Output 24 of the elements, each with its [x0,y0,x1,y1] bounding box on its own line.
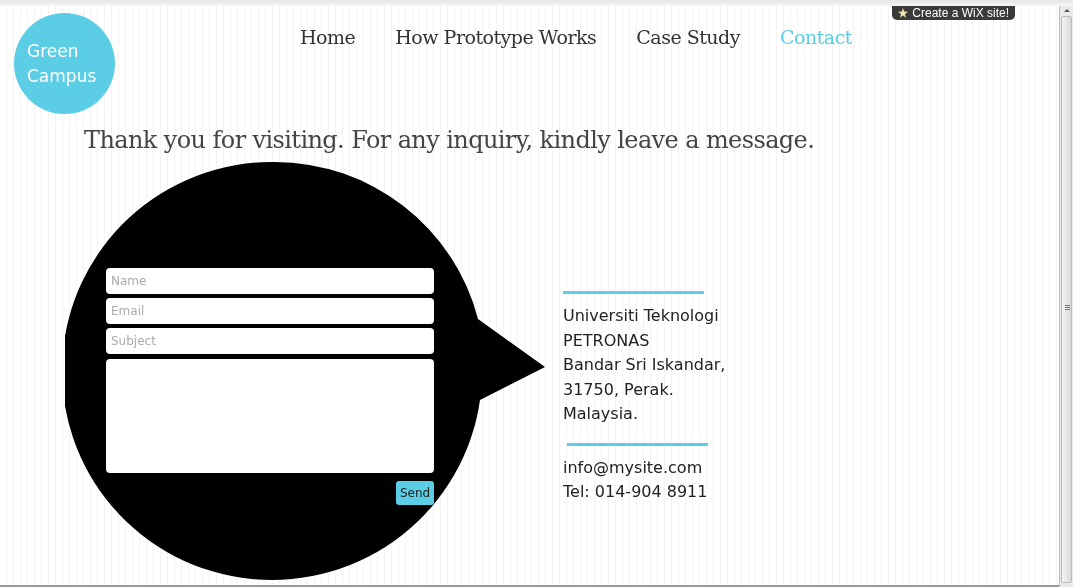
logo-text: Campus [27,64,98,88]
heading: Thank you for visiting. For any inquiry, kindly leave a message. [83,126,816,156]
scroll-up-icon[interactable] [1063,9,1070,12]
text-field[interactable]: Subject [106,328,434,354]
text-field[interactable]: Email [106,298,434,324]
scrollbar-thumb[interactable] [1061,16,1072,583]
address-line: Malaysia. [563,403,639,425]
badge-text: Create a WiX site! [912,6,1009,20]
message-field[interactable] [106,359,434,473]
contact-line: info@mysite.com [563,456,704,479]
scrollbar[interactable] [1059,6,1073,587]
logo-text: Green [27,39,80,63]
contact-line: Tel: 014-904 8911 [563,481,709,503]
address-line: Bandar Sri Iskandar, [563,354,726,376]
nav-link[interactable]: Case Study [636,26,740,48]
star-icon [898,8,909,18]
nav-link[interactable]: How Prototype Works [395,26,597,48]
address-line: PETRONAS [563,329,651,352]
send-button[interactable]: Send [396,481,434,505]
address-line: Universiti Teknologi [563,305,720,327]
address-line: 31750, Perak. [563,378,675,401]
nav-link[interactable]: Home [300,26,356,48]
text-field[interactable]: Name [106,268,434,294]
wix-badge[interactable]: Create a WiX site! [892,6,1015,20]
